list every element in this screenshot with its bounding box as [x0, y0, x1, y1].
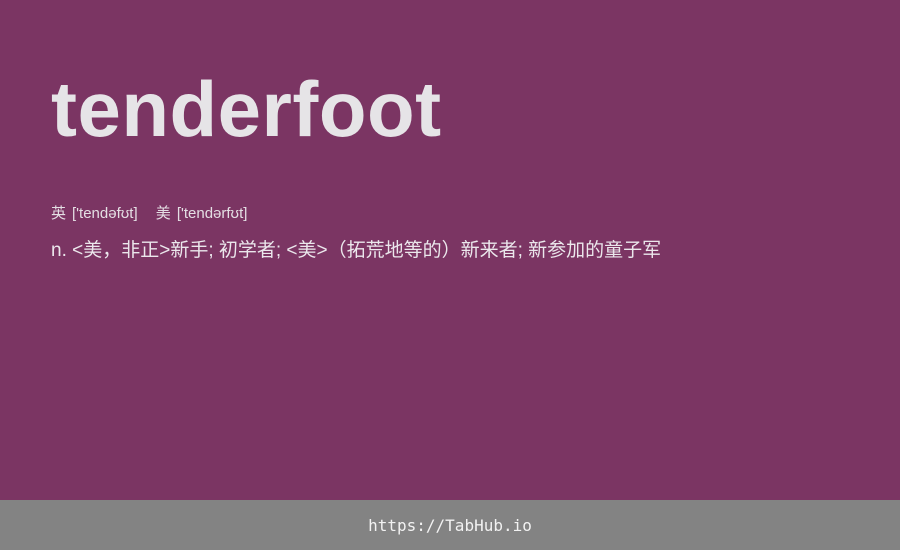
phonetic-uk: 英 ['tendəfʊt]: [51, 202, 138, 223]
phonetic-ipa-us: ['tendərfʊt]: [176, 205, 248, 222]
phonetic-ipa-uk: ['tendəfʊt]: [72, 205, 138, 222]
page: { "entry": { "word": "tenderfoot", "phon…: [0, 0, 900, 550]
headword: tenderfoot: [51, 65, 442, 153]
footer-link[interactable]: https://TabHub.io: [368, 516, 532, 535]
footer-bar: https://TabHub.io: [0, 500, 900, 550]
word-card: tenderfoot 英 ['tendəfʊt] 美 ['tendərfʊt] n.…: [51, 70, 860, 262]
phonetic-region-us: 美: [155, 205, 171, 222]
definition-text: n. <美，非正>新手; 初学者; <美>（拓荒地等的）新来者; 新参加的童子军: [51, 240, 662, 261]
phonetics-row: 英 ['tendəfʊt] 美 ['tendərfʊt]: [51, 202, 860, 223]
phonetic-region-uk: 英: [51, 205, 67, 222]
phonetic-us: 美 ['tendərfʊt]: [156, 202, 248, 223]
